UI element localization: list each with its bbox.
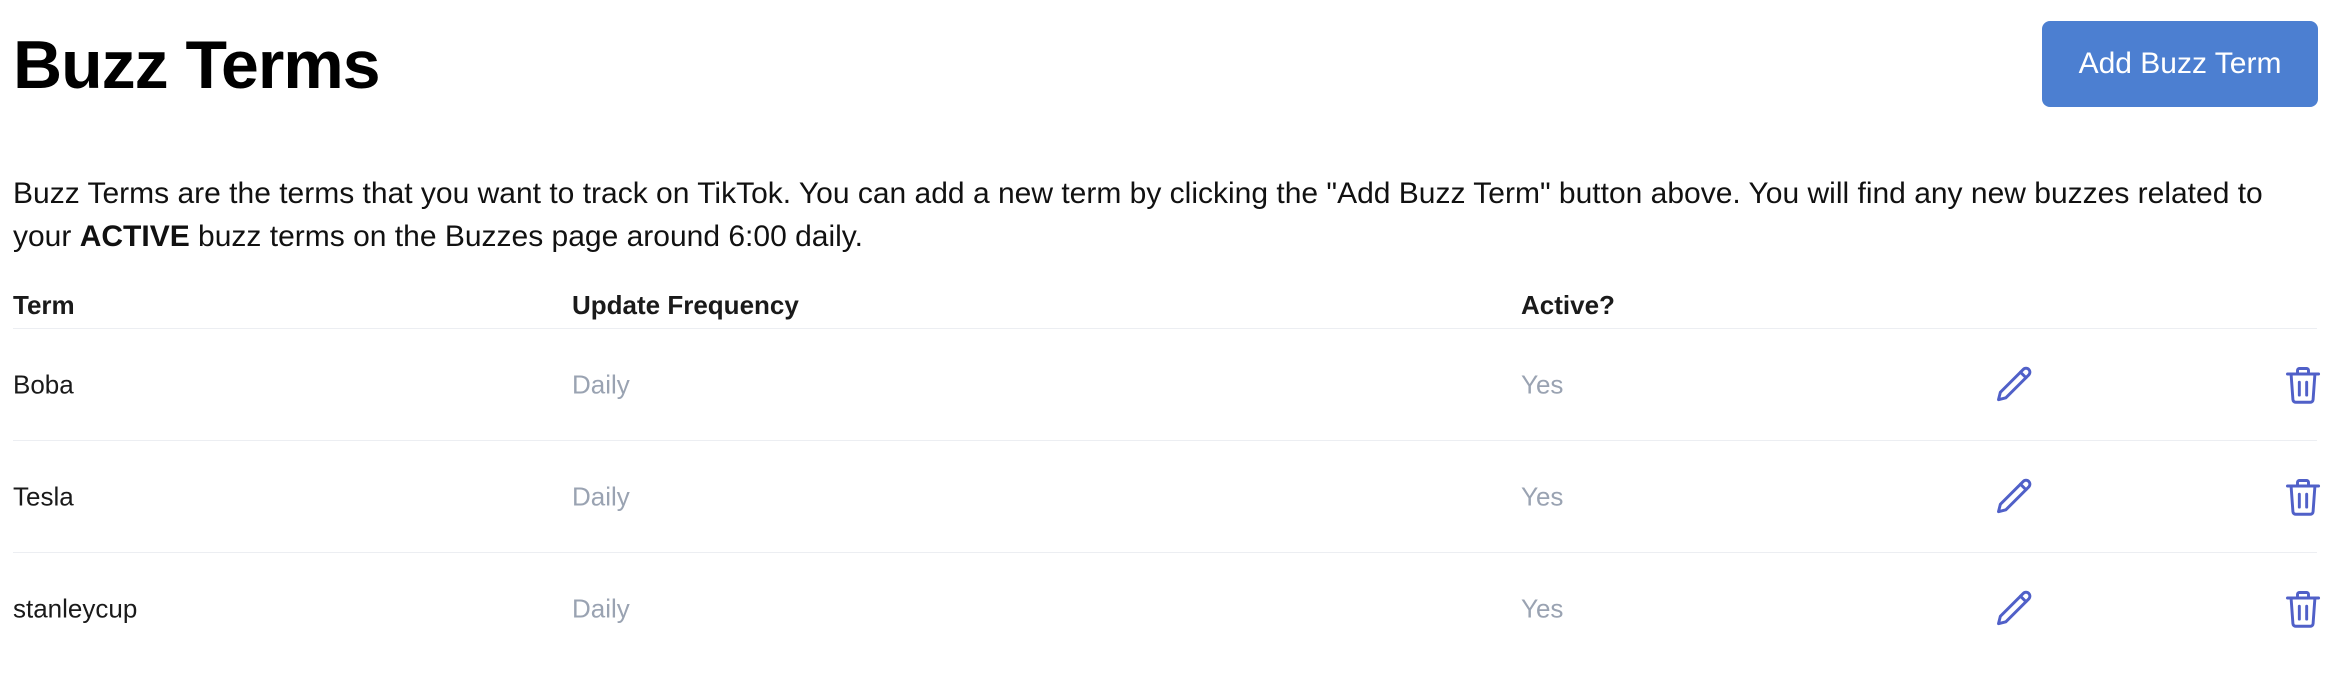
description-text-after: buzz terms on the Buzzes page around 6:0… bbox=[189, 220, 863, 253]
term-cell: Boba bbox=[13, 369, 74, 399]
trash-icon bbox=[2285, 366, 2321, 404]
frequency-cell: Daily bbox=[572, 593, 630, 623]
delete-button[interactable] bbox=[2279, 361, 2327, 409]
active-cell: Yes bbox=[1521, 369, 1564, 399]
table-header: Term Update Frequency Active? bbox=[13, 282, 2317, 329]
edit-button[interactable] bbox=[1991, 585, 2039, 633]
pencil-icon bbox=[1997, 590, 2032, 625]
pencil-icon bbox=[1997, 366, 2032, 401]
active-cell: Yes bbox=[1521, 593, 1564, 623]
table-row: Tesla Daily Yes bbox=[13, 441, 2321, 553]
column-header-active: Active? bbox=[1521, 290, 1615, 320]
trash-icon bbox=[2285, 590, 2321, 628]
add-buzz-term-button[interactable]: Add Buzz Term bbox=[2042, 21, 2318, 107]
delete-button[interactable] bbox=[2279, 473, 2327, 521]
delete-button[interactable] bbox=[2279, 585, 2327, 633]
edit-button[interactable] bbox=[1991, 473, 2039, 521]
table-row: Boba Daily Yes bbox=[13, 329, 2321, 441]
trash-icon bbox=[2285, 478, 2321, 516]
table-row: stanleycup Daily Yes bbox=[13, 553, 2321, 664]
page-description: Buzz Terms are the terms that you want t… bbox=[13, 172, 2317, 258]
column-header-update-frequency: Update Frequency bbox=[572, 290, 799, 320]
term-cell: stanleycup bbox=[13, 593, 138, 623]
frequency-cell: Daily bbox=[572, 369, 630, 399]
buzz-terms-table: Term Update Frequency Active? Boba Daily… bbox=[13, 282, 2321, 664]
buzz-terms-page: Buzz Terms Add Buzz Term Buzz Terms are … bbox=[13, 0, 2321, 674]
pencil-icon bbox=[1997, 478, 2032, 513]
column-header-term: Term bbox=[13, 290, 75, 320]
description-emphasis: ACTIVE bbox=[79, 220, 190, 253]
edit-button[interactable] bbox=[1991, 361, 2039, 409]
term-cell: Tesla bbox=[13, 481, 74, 511]
frequency-cell: Daily bbox=[572, 481, 630, 511]
page-title: Buzz Terms bbox=[13, 27, 381, 103]
active-cell: Yes bbox=[1521, 481, 1564, 511]
